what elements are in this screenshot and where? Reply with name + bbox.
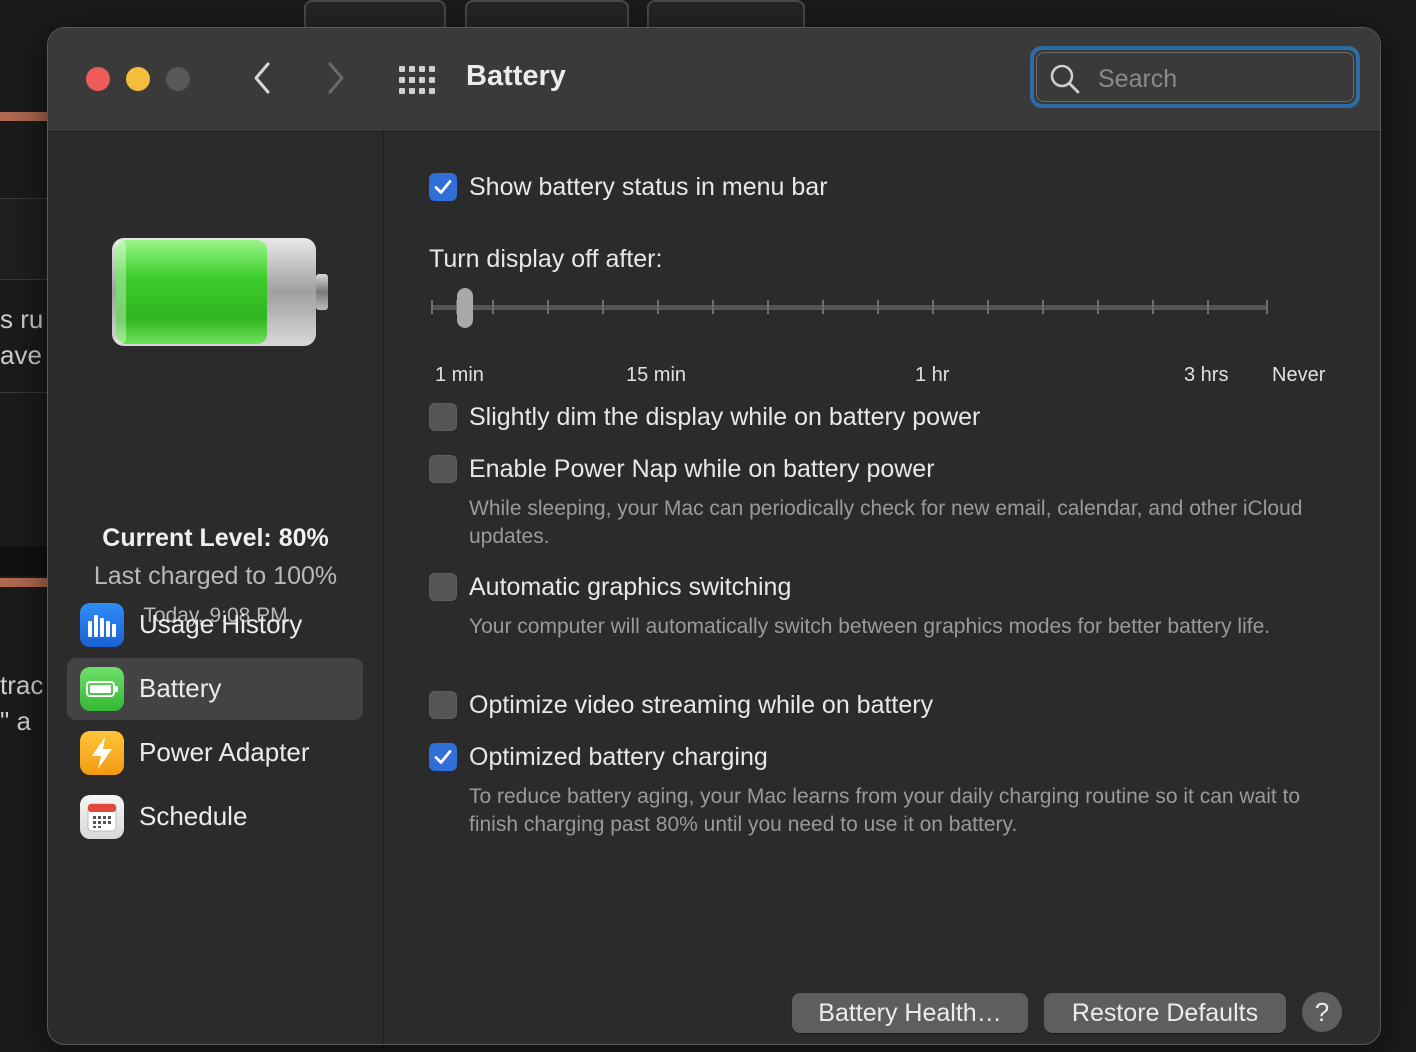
video-streaming-checkbox[interactable] xyxy=(429,691,457,719)
battery-level-graphic xyxy=(110,236,330,357)
restore-defaults-button[interactable]: Restore Defaults xyxy=(1044,993,1286,1033)
sidebar-item-label: Usage History xyxy=(139,609,303,639)
calendar-icon xyxy=(80,795,124,839)
optimized-charging-description: To reduce battery aging, your Mac learns… xyxy=(469,785,1301,836)
tick-label-1-min: 1 min xyxy=(435,364,484,386)
slider-tick xyxy=(712,300,714,314)
background-divider xyxy=(0,392,48,393)
help-button[interactable]: ? xyxy=(1302,992,1342,1032)
tick-label-never: Never xyxy=(1272,364,1326,386)
sidebar-item-label: Power Adapter xyxy=(139,737,310,767)
forward-button[interactable] xyxy=(318,58,354,98)
search-input[interactable] xyxy=(1096,62,1340,96)
lightning-icon xyxy=(80,731,124,775)
background-tab-quote xyxy=(465,0,629,30)
minimize-window-button[interactable] xyxy=(126,67,150,91)
show-all-button[interactable] xyxy=(397,64,437,96)
dim-display-checkbox[interactable] xyxy=(429,403,457,431)
slider-tick xyxy=(657,300,659,314)
title-bar: Battery xyxy=(48,28,1380,132)
display-off-label: Turn display off after: xyxy=(429,245,663,273)
battery-fill-level xyxy=(116,240,267,344)
slider-tick xyxy=(987,300,989,314)
slider-tick xyxy=(1042,300,1044,314)
slider-tick xyxy=(431,300,433,314)
background-divider xyxy=(0,198,48,280)
chevron-right-icon xyxy=(328,62,344,94)
checkmark-icon xyxy=(434,750,452,764)
checkmark-icon xyxy=(434,180,452,194)
search-field[interactable] xyxy=(1030,46,1360,108)
background-accent-bar xyxy=(0,112,48,121)
slider-tick xyxy=(1152,300,1154,314)
tick-label-3-hrs: 3 hrs xyxy=(1184,364,1229,386)
window-title: Battery xyxy=(466,60,566,92)
battery-icon xyxy=(80,667,124,711)
background-text-fragment: s ru xyxy=(0,304,44,334)
tick-label-15-min: 15 min xyxy=(626,364,687,386)
battery-large-icon xyxy=(112,238,328,346)
display-off-slider-thumb[interactable] xyxy=(457,288,473,328)
background-text-fragment: trac xyxy=(0,670,44,700)
background-accent-bar xyxy=(0,578,48,587)
power-nap-checkbox[interactable] xyxy=(429,455,457,483)
background-divider xyxy=(0,546,48,576)
last-charged-label: Last charged to 100% xyxy=(93,562,338,590)
background-text-fragment: " a xyxy=(0,706,31,736)
background-text-fragment: ave xyxy=(0,340,42,370)
graphics-switching-checkbox[interactable] xyxy=(429,573,457,601)
close-window-button[interactable] xyxy=(86,67,110,91)
sidebar-item-battery[interactable]: Battery xyxy=(67,658,363,720)
sidebar: Current Level: 80% Last charged to 100% … xyxy=(48,132,384,1044)
graphics-switching-label[interactable]: Automatic graphics switching xyxy=(469,573,791,602)
grid-icon xyxy=(399,66,435,94)
slider-tick xyxy=(767,300,769,314)
sidebar-item-label: Battery xyxy=(139,673,222,703)
optimized-charging-checkbox[interactable] xyxy=(429,743,457,771)
sidebar-item-label: Schedule xyxy=(139,801,248,831)
background-tab-like xyxy=(304,0,446,30)
slider-tick xyxy=(877,300,879,314)
slider-tick xyxy=(602,300,604,314)
power-nap-description: While sleeping, your Mac can periodicall… xyxy=(469,497,1303,548)
battery-settings-pane: Show battery status in menu bar Turn dis… xyxy=(384,132,1380,1044)
show-battery-status-checkbox[interactable] xyxy=(429,173,457,201)
sidebar-item-power-adapter[interactable]: Power Adapter xyxy=(67,722,363,784)
chevron-left-icon xyxy=(254,62,270,94)
bar-chart-icon xyxy=(80,603,124,647)
optimized-charging-label[interactable]: Optimized battery charging xyxy=(469,743,768,772)
zoom-window-button[interactable] xyxy=(166,67,190,91)
sidebar-item-schedule[interactable]: Schedule xyxy=(67,786,363,848)
slider-tick xyxy=(822,300,824,314)
slider-tick xyxy=(1266,300,1268,314)
display-off-slider-track[interactable] xyxy=(431,305,1267,310)
slider-tick xyxy=(492,300,494,314)
battery-health-button[interactable]: Battery Health… xyxy=(792,993,1028,1033)
tick-label-1-hr: 1 hr xyxy=(915,364,950,386)
dim-display-label[interactable]: Slightly dim the display while on batter… xyxy=(469,403,980,432)
video-streaming-label[interactable]: Optimize video streaming while on batter… xyxy=(469,691,933,720)
slider-tick xyxy=(1207,300,1209,314)
graphics-switching-description: Your computer will automatically switch … xyxy=(469,615,1271,638)
show-battery-status-label[interactable]: Show battery status in menu bar xyxy=(469,173,828,202)
preferences-window: Battery Search Current Level: 80% Last c… xyxy=(47,27,1381,1045)
slider-tick xyxy=(547,300,549,314)
search-icon xyxy=(1050,64,1080,94)
slider-tick xyxy=(932,300,934,314)
sidebar-item-usage-history[interactable]: Usage History xyxy=(67,594,363,656)
back-button[interactable] xyxy=(244,58,280,98)
background-tab-reply xyxy=(647,0,805,30)
slider-tick xyxy=(1097,300,1099,314)
current-level-label: Current Level: 80% xyxy=(102,524,329,552)
power-nap-label[interactable]: Enable Power Nap while on battery power xyxy=(469,455,935,484)
